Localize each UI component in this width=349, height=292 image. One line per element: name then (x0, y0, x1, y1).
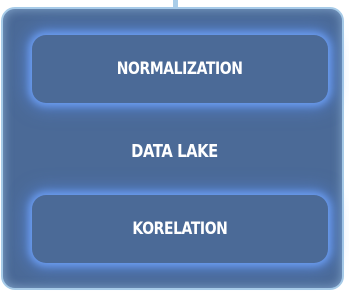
data-lake-label: DATA LAKE (131, 141, 218, 162)
diagram-canvas: NORMALIZATION DATA LAKE KORELATION (0, 0, 349, 292)
normalization-node: NORMALIZATION (32, 35, 328, 103)
korelation-label: KORELATION (132, 219, 228, 239)
normalization-label: NORMALIZATION (117, 59, 243, 79)
korelation-node: KORELATION (32, 195, 328, 263)
